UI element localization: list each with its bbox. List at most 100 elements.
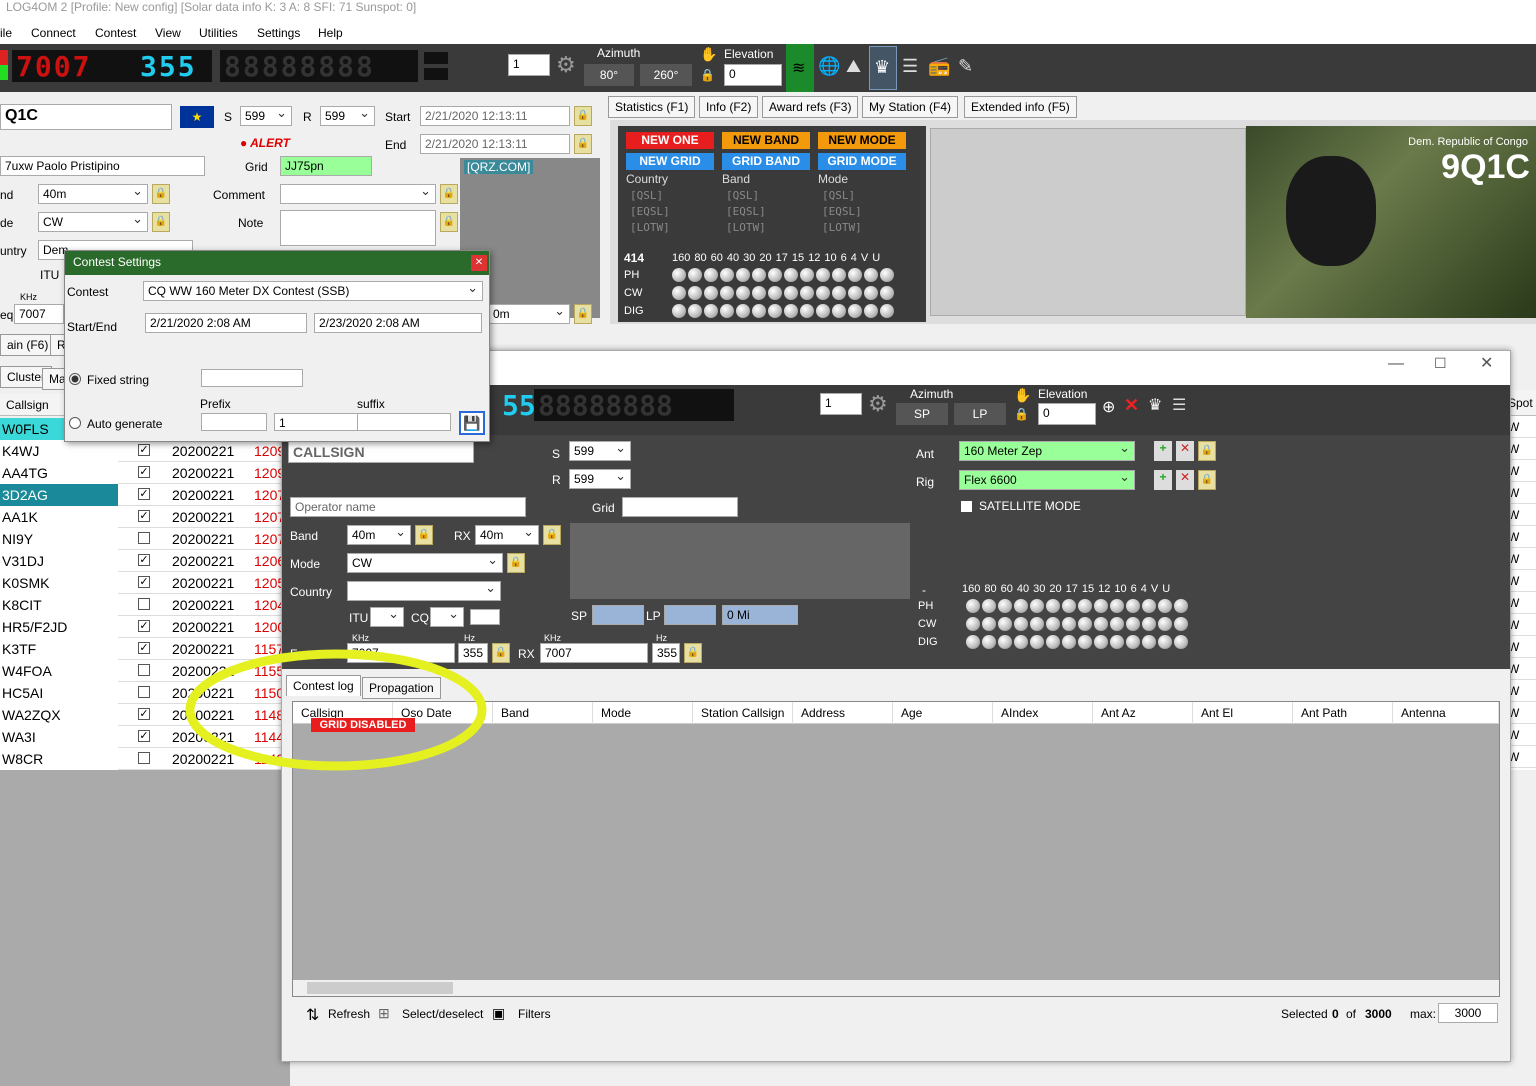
- log-confirmed-checkbox[interactable]: [138, 664, 150, 676]
- column-header[interactable]: Ant El: [1193, 702, 1293, 724]
- start-time-input[interactable]: 2/21/2020 12:13:11: [420, 106, 570, 126]
- column-header[interactable]: Ant Az: [1093, 702, 1193, 724]
- column-header[interactable]: Station Callsign: [693, 702, 793, 724]
- log-confirmed-checkbox[interactable]: ✓: [138, 466, 150, 478]
- contest-rx-band-select[interactable]: 40m: [475, 525, 539, 545]
- menu-settings[interactable]: Settings: [257, 26, 300, 40]
- table-row[interactable]: K8CIT 20200221 1204: [0, 594, 290, 616]
- contest-crown-icon[interactable]: ♛: [1148, 395, 1162, 415]
- contest-mode-lock[interactable]: 🔒: [507, 553, 525, 573]
- close-button[interactable]: ✕: [1480, 353, 1493, 373]
- rig-lock-icon[interactable]: 🔒: [1198, 470, 1216, 490]
- save-icon[interactable]: 💾: [459, 411, 485, 435]
- contest-rotator-spin[interactable]: 1: [820, 393, 862, 415]
- azimuth-sp-button[interactable]: 80°: [584, 64, 634, 86]
- antenna-select[interactable]: 160 Meter Zep: [959, 441, 1135, 461]
- column-header[interactable]: Band: [493, 702, 593, 724]
- contest-mode-select[interactable]: CW: [347, 553, 503, 573]
- select-deselect-button[interactable]: Select/deselect: [402, 1007, 483, 1021]
- rx-band-select[interactable]: 0m: [488, 304, 570, 324]
- refresh-icon[interactable]: ⇅: [306, 1005, 319, 1025]
- start-lock-icon[interactable]: 🔒: [574, 106, 592, 126]
- scrollbar-thumb[interactable]: [307, 982, 453, 994]
- log-confirmed-checkbox[interactable]: ✓: [138, 708, 150, 720]
- column-header[interactable]: Mode: [593, 702, 693, 724]
- freq-input[interactable]: 7007: [14, 304, 64, 324]
- log-confirmed-checkbox[interactable]: ✓: [138, 620, 150, 632]
- name-input[interactable]: 7uxw Paolo Pristipino: [0, 156, 205, 176]
- select-icon[interactable]: ⊞: [378, 1005, 390, 1022]
- list-icon[interactable]: ☰: [902, 56, 918, 77]
- lock-icon[interactable]: 🔒: [700, 68, 715, 82]
- contest-lock-icon[interactable]: 🔒: [1014, 407, 1029, 421]
- column-header[interactable]: Ant Path: [1293, 702, 1393, 724]
- column-header[interactable]: Antenna: [1393, 702, 1499, 724]
- tab-my-station[interactable]: My Station (F4): [862, 96, 959, 118]
- rig-add-icon[interactable]: +: [1154, 470, 1172, 490]
- max-input[interactable]: 3000: [1438, 1003, 1498, 1023]
- table-row[interactable]: NI9Y 20200221 1207: [0, 528, 290, 550]
- grid-input[interactable]: JJ75pn: [280, 156, 372, 176]
- column-header[interactable]: Address: [793, 702, 893, 724]
- add-icon[interactable]: ⊕: [1102, 397, 1115, 417]
- callsign-input[interactable]: Q1C: [0, 104, 172, 130]
- maximize-button[interactable]: ☐: [1434, 355, 1447, 372]
- dialog-close-button[interactable]: ✕: [471, 255, 487, 271]
- rig-remove-icon[interactable]: ✕: [1176, 470, 1194, 490]
- table-row[interactable]: HR5/F2JD ✓ 20200221 1200: [0, 616, 290, 638]
- contest-elevation-input[interactable]: 0: [1038, 403, 1096, 425]
- table-row[interactable]: K0SMK ✓ 20200221 1205: [0, 572, 290, 594]
- log-confirmed-checkbox[interactable]: [138, 686, 150, 698]
- menu-connect[interactable]: Connect: [31, 26, 76, 40]
- menu-contest[interactable]: Contest: [95, 26, 136, 40]
- table-row[interactable]: AA1K ✓ 20200221 1207: [0, 506, 290, 528]
- contest-end-date[interactable]: 2/23/2020 2:08 AM: [314, 313, 482, 333]
- menu-utilities[interactable]: Utilities: [199, 26, 238, 40]
- log-confirmed-checkbox[interactable]: ✓: [138, 554, 150, 566]
- mode-lock-icon[interactable]: 🔒: [152, 212, 170, 232]
- tab-info[interactable]: Info (F2): [699, 96, 759, 118]
- contest-select[interactable]: CQ WW 160 Meter DX Contest (SSB): [143, 281, 483, 301]
- column-header[interactable]: AIndex: [993, 702, 1093, 724]
- comment-lock-icon[interactable]: 🔒: [440, 184, 458, 204]
- table-row[interactable]: 3D2AG ✓ 20200221 1207: [0, 484, 290, 506]
- log-confirmed-checkbox[interactable]: ✓: [138, 730, 150, 742]
- tab-statistics[interactable]: Statistics (F1): [608, 96, 696, 118]
- rig-select[interactable]: Flex 6600: [959, 470, 1135, 490]
- contest-rx-hz-input[interactable]: 355: [652, 643, 680, 663]
- contest-gear-icon[interactable]: ⚙: [868, 391, 888, 417]
- contest-sp-button[interactable]: SP: [896, 403, 948, 425]
- comment-input[interactable]: [280, 184, 436, 204]
- tab-main[interactable]: ain (F6): [0, 334, 56, 356]
- number-input[interactable]: 1: [274, 413, 360, 431]
- table-row[interactable]: V31DJ ✓ 20200221 1206: [0, 550, 290, 572]
- globe-icon[interactable]: 🌐: [818, 56, 840, 77]
- contest-freq-lock[interactable]: 🔒: [492, 643, 510, 663]
- ant-remove-icon[interactable]: ✕: [1176, 441, 1194, 461]
- contest-rx-freq-input[interactable]: 7007: [540, 643, 648, 663]
- satellite-icon[interactable]: ⛰: [846, 56, 861, 77]
- contest-band-select[interactable]: 40m: [347, 525, 411, 545]
- log-confirmed-checkbox[interactable]: [138, 752, 150, 764]
- suffix-input[interactable]: [357, 413, 451, 431]
- tab-award-refs[interactable]: Award refs (F3): [762, 96, 859, 118]
- contest-stop-icon[interactable]: ✋: [1014, 387, 1031, 404]
- log-confirmed-checkbox[interactable]: [138, 598, 150, 610]
- log-confirmed-checkbox[interactable]: ✓: [138, 488, 150, 500]
- band-select[interactable]: 40m: [38, 184, 148, 204]
- elevation-input[interactable]: 0: [724, 64, 782, 86]
- mode-select[interactable]: CW: [38, 212, 148, 232]
- ant-add-icon[interactable]: +: [1154, 441, 1172, 461]
- note-input[interactable]: [280, 210, 436, 246]
- contest-lp-button[interactable]: LP: [954, 403, 1006, 425]
- azimuth-lp-button[interactable]: 260°: [640, 64, 692, 86]
- prefix-input[interactable]: [201, 413, 267, 431]
- contest-start-date[interactable]: 2/21/2020 2:08 AM: [145, 313, 307, 333]
- log-header-callsign[interactable]: Callsign: [6, 398, 49, 412]
- ant-lock-icon[interactable]: 🔒: [1198, 441, 1216, 461]
- log-confirmed-checkbox[interactable]: [138, 532, 150, 544]
- horizontal-scrollbar[interactable]: [293, 980, 1499, 996]
- column-header[interactable]: Age: [893, 702, 993, 724]
- end-lock-icon[interactable]: 🔒: [574, 134, 592, 154]
- contest-band-lock[interactable]: 🔒: [415, 525, 433, 545]
